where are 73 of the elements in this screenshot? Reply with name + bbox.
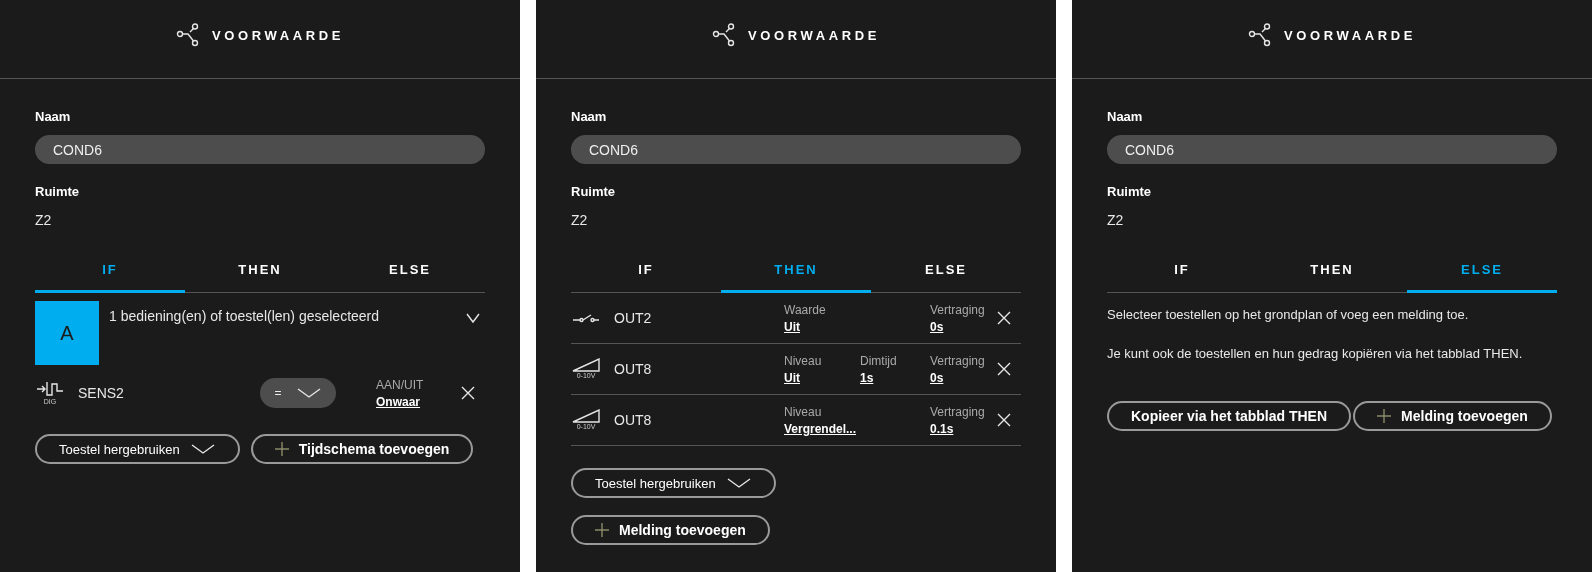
action-button[interactable]: Kopieer via het tabblad THEN <box>1107 401 1352 431</box>
value-link[interactable]: 0s <box>930 370 944 385</box>
value-link[interactable]: 1s <box>860 370 874 385</box>
device-name: OUT2 <box>614 310 653 326</box>
tab[interactable]: THEN <box>1257 262 1407 293</box>
field-label: Ruimte <box>1107 184 1153 199</box>
plus-icon <box>1377 409 1392 423</box>
action-button[interactable]: Tijdschema toevoegen <box>250 434 474 464</box>
close-icon <box>997 362 1011 376</box>
tab[interactable]: ELSE <box>871 262 1021 293</box>
chevron-down-icon <box>295 386 322 400</box>
ramp-icon <box>572 409 600 423</box>
info-text: Selecteer toestellen op het grondplan of voeg een melding toe. <box>1107 307 1470 322</box>
operator-dropdown[interactable]: = <box>260 378 336 408</box>
dropdown-button[interactable]: Toestel hergebruiken <box>571 468 776 498</box>
name-field[interactable]: COND6 <box>35 135 485 164</box>
branch-icon <box>1248 23 1273 47</box>
field-label: Niveau <box>784 404 822 419</box>
action-button[interactable]: Melding toevoegen <box>1353 401 1552 431</box>
value-link[interactable]: Uit <box>784 370 800 385</box>
close-icon <box>997 413 1011 427</box>
panel-title: VOORWAARDE <box>212 27 344 43</box>
chevron-down-icon <box>189 442 216 456</box>
chevron-down-icon <box>725 476 752 490</box>
device-name: SENS2 <box>78 385 125 401</box>
room-value: Z2 <box>571 212 589 228</box>
chevron-down-icon <box>465 311 481 325</box>
tab[interactable]: THEN <box>721 262 871 293</box>
value-link[interactable]: Onwaar <box>376 394 420 409</box>
field-label: Niveau <box>784 353 822 368</box>
room-value: Z2 <box>35 212 53 228</box>
close-icon <box>997 311 1011 325</box>
field-label: Waarde <box>784 302 826 317</box>
tab[interactable]: IF <box>571 262 721 293</box>
branch-icon <box>176 23 201 47</box>
action-button[interactable]: Melding toevoegen <box>571 515 770 545</box>
group-title: 1 bediening(en) of toestel(len) geselecteerd <box>108 307 381 326</box>
field-label: Vertraging <box>930 302 985 317</box>
value-link[interactable]: 0.1s <box>930 421 954 436</box>
tab[interactable]: ELSE <box>335 262 485 293</box>
field-label: Ruimte <box>35 184 81 199</box>
close-icon <box>461 386 475 400</box>
value-link[interactable]: Vergrendel... <box>784 421 857 436</box>
device-name: OUT8 <box>614 361 653 377</box>
switch-icon <box>572 312 600 324</box>
device-name: OUT8 <box>614 412 653 428</box>
value-link[interactable]: Uit <box>784 319 800 334</box>
field-label: Naam <box>571 109 608 124</box>
info-text: Je kunt ook de toestellen en hun gedrag kopiëren via het tabblad THEN. <box>1107 346 1524 361</box>
field-label: Vertraging <box>930 404 985 419</box>
ramp-icon <box>572 358 600 372</box>
tab[interactable]: ELSE <box>1407 262 1557 293</box>
plus-icon <box>274 442 289 456</box>
name-field[interactable]: COND6 <box>571 135 1021 164</box>
field-label: Ruimte <box>571 184 617 199</box>
tab[interactable]: THEN <box>185 262 335 293</box>
field-label: Naam <box>1107 109 1144 124</box>
field-label: AAN/UIT <box>376 377 424 392</box>
tab[interactable]: IF <box>35 262 185 293</box>
name-field[interactable]: COND6 <box>1107 135 1557 164</box>
field-label: Dimtijd <box>860 353 897 368</box>
sensor-icon <box>36 380 64 398</box>
group-badge: A <box>35 301 99 365</box>
panel-title: VOORWAARDE <box>748 27 880 43</box>
panel-title: VOORWAARDE <box>1284 27 1416 43</box>
branch-icon <box>712 23 737 47</box>
tab[interactable]: IF <box>1107 262 1257 293</box>
value-link[interactable]: 0s <box>930 319 944 334</box>
field-label: Naam <box>35 109 72 124</box>
room-value: Z2 <box>1107 212 1125 228</box>
dropdown-button[interactable]: Toestel hergebruiken <box>35 434 240 464</box>
field-label: Vertraging <box>930 353 985 368</box>
plus-icon <box>595 523 609 537</box>
